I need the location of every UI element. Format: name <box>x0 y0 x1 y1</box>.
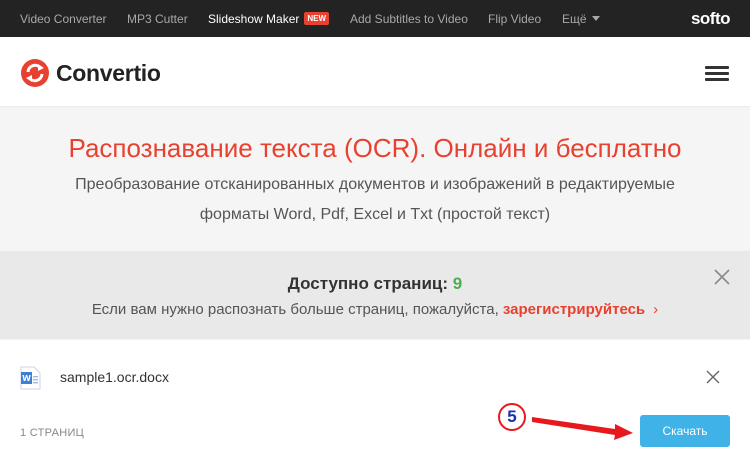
pages-count: 9 <box>452 274 463 293</box>
notice-text: Если вам нужно распознать больше страниц… <box>0 301 750 318</box>
notice-title: Доступно страниц: 9 <box>0 274 750 294</box>
nav-add-subtitles[interactable]: Add Subtitles to Video <box>350 0 468 37</box>
nav-label: Video Converter <box>20 11 107 26</box>
download-button[interactable]: Скачать <box>640 415 730 447</box>
convertio-logo-icon <box>21 59 49 87</box>
site-header: Convertio <box>0 37 750 107</box>
subtitle-line: Преобразование отсканированных документо… <box>75 176 675 193</box>
nav-more-dropdown[interactable]: Ещё <box>562 0 600 37</box>
softo-logo[interactable]: softo <box>691 0 731 37</box>
nav-label: MP3 Cutter <box>127 11 188 26</box>
pages-available-notice: Доступно страниц: 9 Если вам нужно распо… <box>0 251 750 339</box>
step-number-badge: 5 <box>498 403 526 431</box>
word-document-icon: W <box>20 366 41 390</box>
nav-label: Ещё <box>562 11 587 26</box>
notice-title-label: Доступно страниц: <box>287 274 449 293</box>
register-link[interactable]: зарегистрируйтесь <box>503 301 645 318</box>
page-title: Распознавание текста (OCR). Онлайн и бес… <box>68 133 682 163</box>
hero-section: Распознавание текста (OCR). Онлайн и бес… <box>0 108 750 250</box>
close-icon[interactable] <box>713 268 731 286</box>
notice-text-body: Если вам нужно распознать больше страниц… <box>91 301 499 318</box>
logo-text: Convertio <box>56 59 161 86</box>
page-subtitle: Преобразование отсканированных документо… <box>30 170 720 230</box>
nav-label: Slideshow Maker <box>208 11 300 26</box>
file-card: W sample1.ocr.docx 1 СТРАНИЦ Скачать <box>0 340 750 473</box>
new-badge: NEW <box>304 12 330 25</box>
subtitle-line: форматы Word, Pdf, Excel и Txt (простой … <box>199 206 551 223</box>
nav-flip-video[interactable]: Flip Video <box>488 0 541 37</box>
svg-text:W: W <box>22 374 31 383</box>
nav-label: Add Subtitles to Video <box>350 11 468 26</box>
annotation-arrow <box>532 417 633 440</box>
nav-label: Flip Video <box>488 11 542 26</box>
remove-file-icon[interactable] <box>706 370 720 384</box>
pages-count-label: 1 СТРАНИЦ <box>20 427 85 439</box>
top-navigation-bar: Video Converter MP3 Cutter Slideshow Mak… <box>0 0 750 37</box>
nav-mp3-cutter[interactable]: MP3 Cutter <box>127 0 188 37</box>
chevron-right-icon: › <box>653 301 659 318</box>
file-name: sample1.ocr.docx <box>60 369 169 385</box>
hamburger-icon[interactable] <box>705 66 729 82</box>
chevron-down-icon <box>591 16 600 21</box>
nav-video-converter[interactable]: Video Converter <box>20 0 107 37</box>
convertio-logo[interactable]: Convertio <box>20 58 161 88</box>
nav-slideshow-maker[interactable]: Slideshow Maker NEW <box>208 0 330 37</box>
